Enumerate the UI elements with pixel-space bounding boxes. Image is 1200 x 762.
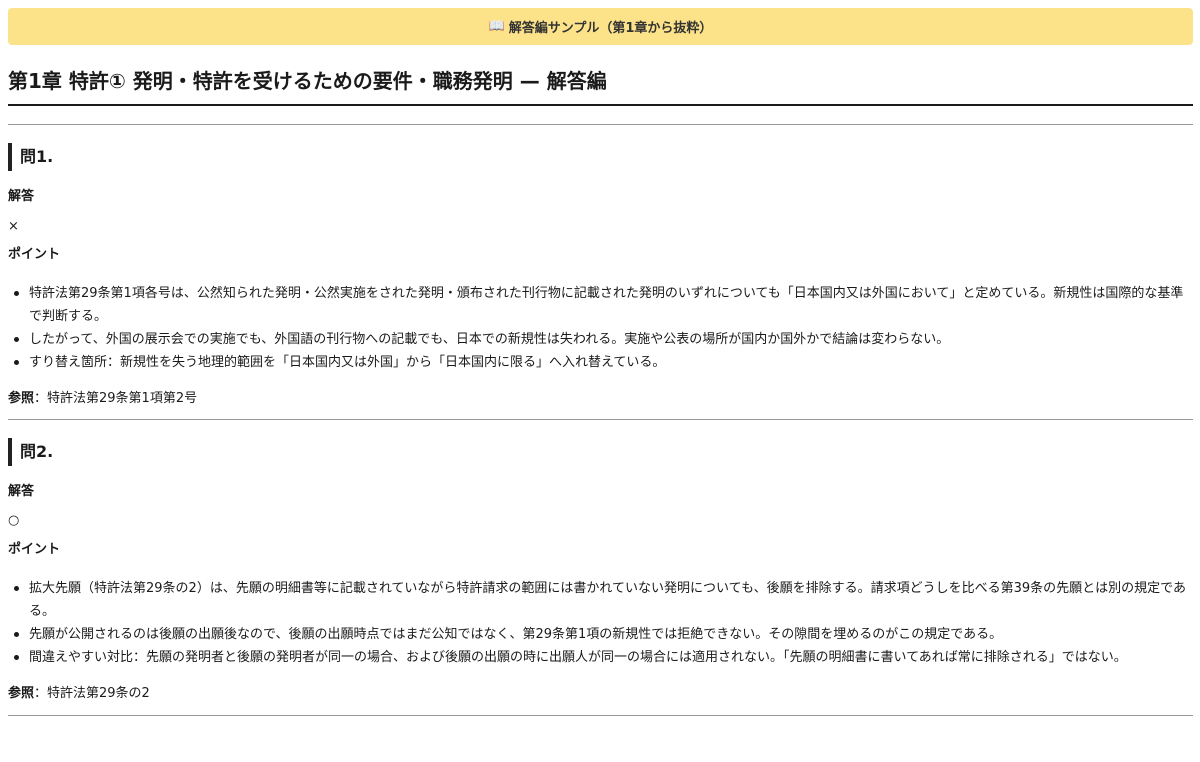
points-list: 特許法第29条第1項各号は、公然知られた発明・公然実施をされた発明・頒布された刊… bbox=[8, 282, 1193, 374]
divider bbox=[8, 124, 1193, 125]
reference: 参照：特許法第29条の2 bbox=[8, 684, 150, 704]
page-title: 第1章 特許① 発明・特許を受けるための要件・職務発明 — 解答編 bbox=[8, 64, 1193, 106]
list-item: すり替え箇所：新規性を失う地理的範囲を「日本国内又は外国」から「日本国内に限る」… bbox=[8, 351, 1193, 374]
reference-text: ：特許法第29条の2 bbox=[34, 686, 150, 701]
points-label: ポイント bbox=[8, 247, 61, 262]
answer-label: 解答 bbox=[8, 484, 35, 499]
answer-label: 解答 bbox=[8, 189, 35, 204]
reference: 参照：特許法第29条第1項第2号 bbox=[8, 389, 197, 409]
list-item: 拡大先願（特許法第29条の2）は、先願の明細書等に記載されていながら特許請求の範… bbox=[8, 577, 1193, 623]
question-heading: 問1. bbox=[8, 143, 53, 171]
reference-label: 参照 bbox=[8, 686, 35, 701]
divider bbox=[8, 715, 1193, 716]
divider bbox=[8, 419, 1193, 420]
question-heading: 問2. bbox=[8, 438, 53, 466]
list-item: 間違えやすい対比：先願の発明者と後願の発明者が同一の場合、および後願の出願の時に… bbox=[8, 646, 1193, 669]
answer-value: ○ bbox=[8, 513, 20, 528]
banner-text: 解答編サンプル（第1章から抜粋） bbox=[508, 21, 713, 36]
sample-banner: 📖 解答編サンプル（第1章から抜粋） bbox=[8, 8, 1193, 45]
list-item: 先願が公開されるのは後願の出願後なので、後願の出願時点ではまだ公知ではなく、第2… bbox=[8, 623, 1193, 646]
list-item: したがって、外国の展示会での実施でも、外国語の刊行物への記載でも、日本での新規性… bbox=[8, 328, 1193, 351]
book-icon: 📖 bbox=[488, 19, 505, 34]
reference-label: 参照 bbox=[8, 391, 35, 406]
reference-text: ：特許法第29条第1項第2号 bbox=[34, 391, 198, 406]
points-label: ポイント bbox=[8, 542, 61, 557]
points-list: 拡大先願（特許法第29条の2）は、先願の明細書等に記載されていながら特許請求の範… bbox=[8, 577, 1193, 669]
list-item: 特許法第29条第1項各号は、公然知られた発明・公然実施をされた発明・頒布された刊… bbox=[8, 282, 1193, 328]
answer-value: × bbox=[8, 219, 19, 234]
